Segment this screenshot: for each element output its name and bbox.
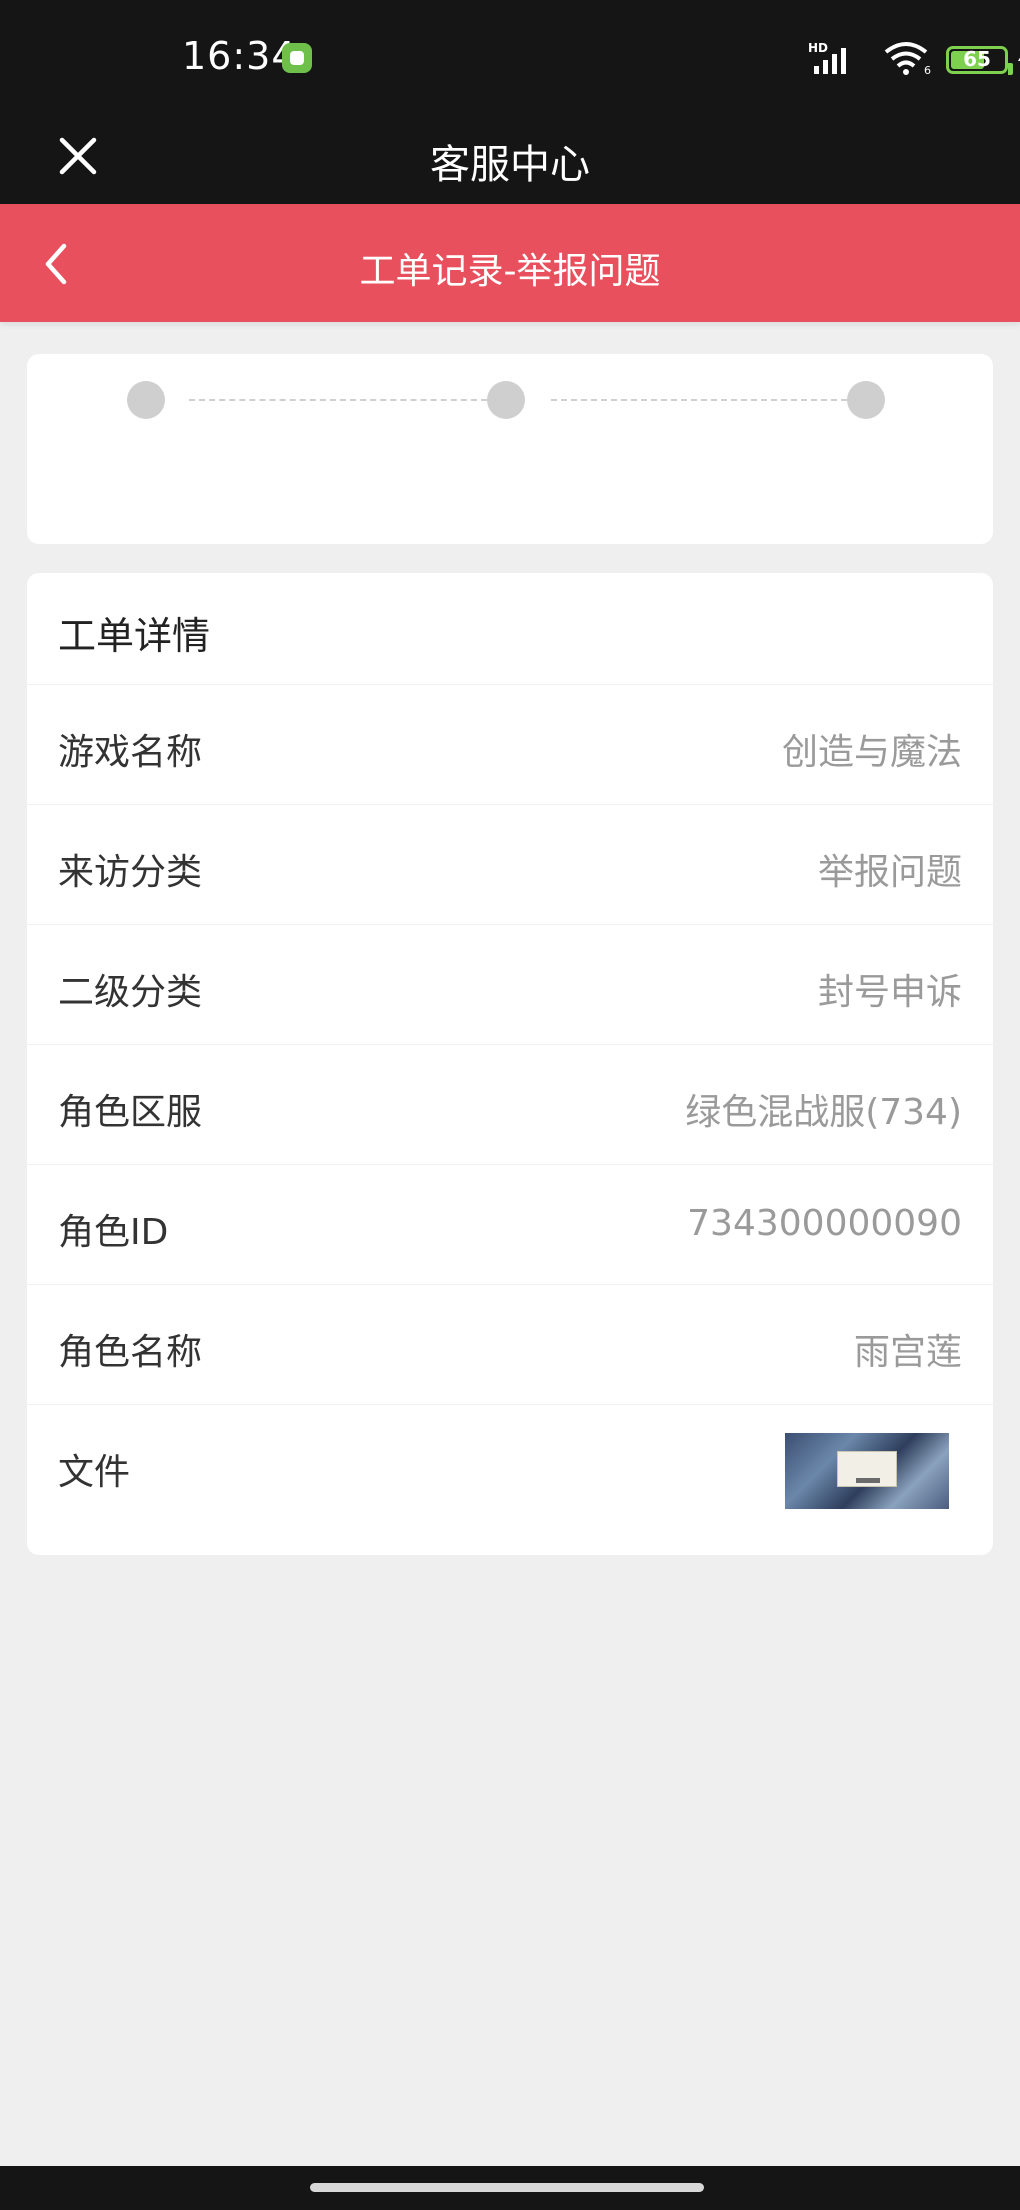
detail-title: 工单详情 [58, 614, 211, 658]
notification-icon [282, 43, 312, 73]
row-label: 游戏名称 [58, 732, 203, 773]
battery-icon: 65 [946, 46, 1013, 75]
row-label: 角色区服 [58, 1092, 203, 1133]
file-thumbnail[interactable] [785, 1433, 949, 1509]
row-value: 创造与魔法 [781, 732, 962, 773]
detail-header: 工单详情 [27, 573, 993, 685]
row-label: 角色名称 [58, 1332, 203, 1373]
home-indicator[interactable] [310, 2183, 704, 2192]
status-bar: 16:34 HD 6 65 [0, 0, 1020, 118]
signal-icon: HD [808, 41, 846, 74]
detail-row-sub-category: 二级分类 封号申诉 [27, 925, 993, 1045]
detail-row-role-name: 角色名称 雨宫莲 [27, 1285, 993, 1405]
nav-bar: 工单记录-举报问题 [0, 204, 1020, 322]
detail-row-game-name: 游戏名称 创造与魔法 [27, 685, 993, 805]
row-label: 文件 [58, 1452, 131, 1493]
progress-card [27, 354, 993, 544]
page-title: 工单记录-举报问题 [359, 251, 661, 292]
row-label: 二级分类 [58, 972, 203, 1013]
app-header: 客服中心 [0, 118, 1020, 204]
detail-row-visit-category: 来访分类 举报问题 [27, 805, 993, 925]
step-connector-1 [189, 399, 487, 401]
network-label: HD [808, 41, 828, 55]
charging-icon [1018, 57, 1020, 61]
row-label: 角色ID [58, 1212, 169, 1253]
step-dot-2 [487, 381, 525, 419]
row-value: 封号申诉 [817, 972, 962, 1013]
detail-row-server: 角色区服 绿色混战服(734) [27, 1045, 993, 1165]
step-connector-2 [551, 399, 847, 401]
row-value: 734300000090 [687, 1203, 962, 1244]
detail-card: 工单详情 游戏名称 创造与魔法 来访分类 举报问题 二级分类 封号申诉 角色区服… [27, 573, 993, 1555]
step-dot-1 [127, 381, 165, 419]
status-time: 16:34 [182, 34, 297, 78]
row-label: 来访分类 [58, 852, 203, 893]
detail-row-file: 文件 [27, 1405, 993, 1525]
wifi-icon: 6 [884, 42, 931, 76]
detail-row-role-id: 角色ID 734300000090 [27, 1165, 993, 1285]
row-value: 举报问题 [817, 852, 962, 893]
gesture-bar [0, 2166, 1020, 2210]
svg-text:6: 6 [924, 64, 931, 76]
row-value: 绿色混战服(734) [685, 1092, 962, 1133]
thumbnail-dialog [837, 1451, 897, 1487]
battery-level: 65 [963, 47, 991, 71]
app-title: 客服中心 [430, 142, 590, 188]
row-value: 雨宫莲 [853, 1332, 962, 1373]
thumbnail-button [856, 1478, 880, 1483]
step-dot-3 [847, 381, 885, 419]
battery-cap [1008, 63, 1013, 75]
